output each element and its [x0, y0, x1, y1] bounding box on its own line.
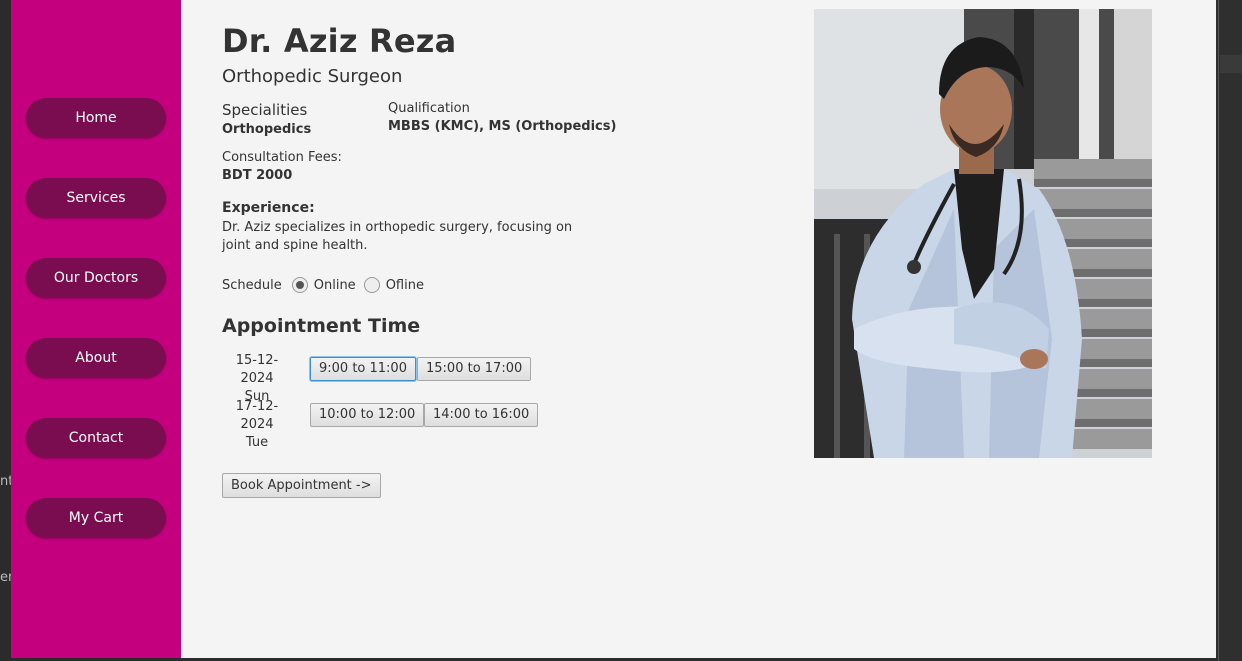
schedule-offline-label[interactable]: Ofline — [386, 278, 424, 293]
fees-label: Consultation Fees: — [222, 150, 342, 165]
app-window: Home Services Our Doctors About Contact … — [11, 0, 1216, 658]
qualification-value: MBBS (KMC), MS (Orthopedics) — [388, 119, 617, 134]
nav-about-button[interactable]: About — [26, 338, 166, 378]
date-text: 15-12-2024 — [235, 353, 279, 386]
specialities-label: Specialities — [222, 101, 308, 119]
experience-text: Dr. Aziz specializes in orthopedic surge… — [222, 220, 573, 253]
doctor-name: Dr. Aziz Reza — [222, 22, 457, 60]
doctor-title: Orthopedic Surgeon — [222, 66, 403, 87]
schedule-offline-radio[interactable] — [363, 277, 380, 293]
time-slot-button[interactable]: 10:00 to 12:00 — [310, 403, 425, 427]
appointment-date: 17-12-2024 Tue — [222, 398, 292, 452]
appointment-heading: Appointment Time — [222, 315, 421, 337]
sidebar: Home Services Our Doctors About Contact … — [11, 0, 181, 658]
doctor-photo — [814, 9, 1152, 458]
time-slot-button[interactable]: 9:00 to 11:00 — [310, 357, 416, 381]
specialities-value: Orthopedics — [222, 122, 312, 137]
day-text: Tue — [245, 435, 269, 450]
date-text: 17-12-2024 — [235, 399, 279, 432]
book-appointment-button[interactable]: Book Appointment -> — [222, 473, 381, 498]
nav-services-button[interactable]: Services — [26, 178, 166, 218]
nav-home-button[interactable]: Home — [26, 98, 166, 138]
schedule-label: Schedule — [222, 277, 282, 293]
experience-label: Experience: — [222, 200, 315, 216]
nav-my-cart-button[interactable]: My Cart — [26, 498, 166, 538]
schedule-online-label[interactable]: Online — [314, 278, 356, 293]
time-slot-button[interactable]: 15:00 to 17:00 — [417, 357, 532, 381]
nav-our-doctors-button[interactable]: Our Doctors — [26, 258, 166, 298]
nav-contact-button[interactable]: Contact — [26, 418, 166, 458]
background-window-edge — [1216, 0, 1242, 661]
time-slot-button[interactable]: 14:00 to 16:00 — [424, 403, 539, 427]
fees-value: BDT 2000 — [222, 168, 293, 183]
schedule-row: Schedule Online Ofline — [222, 275, 424, 295]
doctor-profile: Dr. Aziz Reza Orthopedic Surgeon Special… — [181, 0, 1216, 658]
qualification-label: Qualification — [388, 101, 470, 116]
schedule-online-radio[interactable] — [291, 277, 308, 293]
